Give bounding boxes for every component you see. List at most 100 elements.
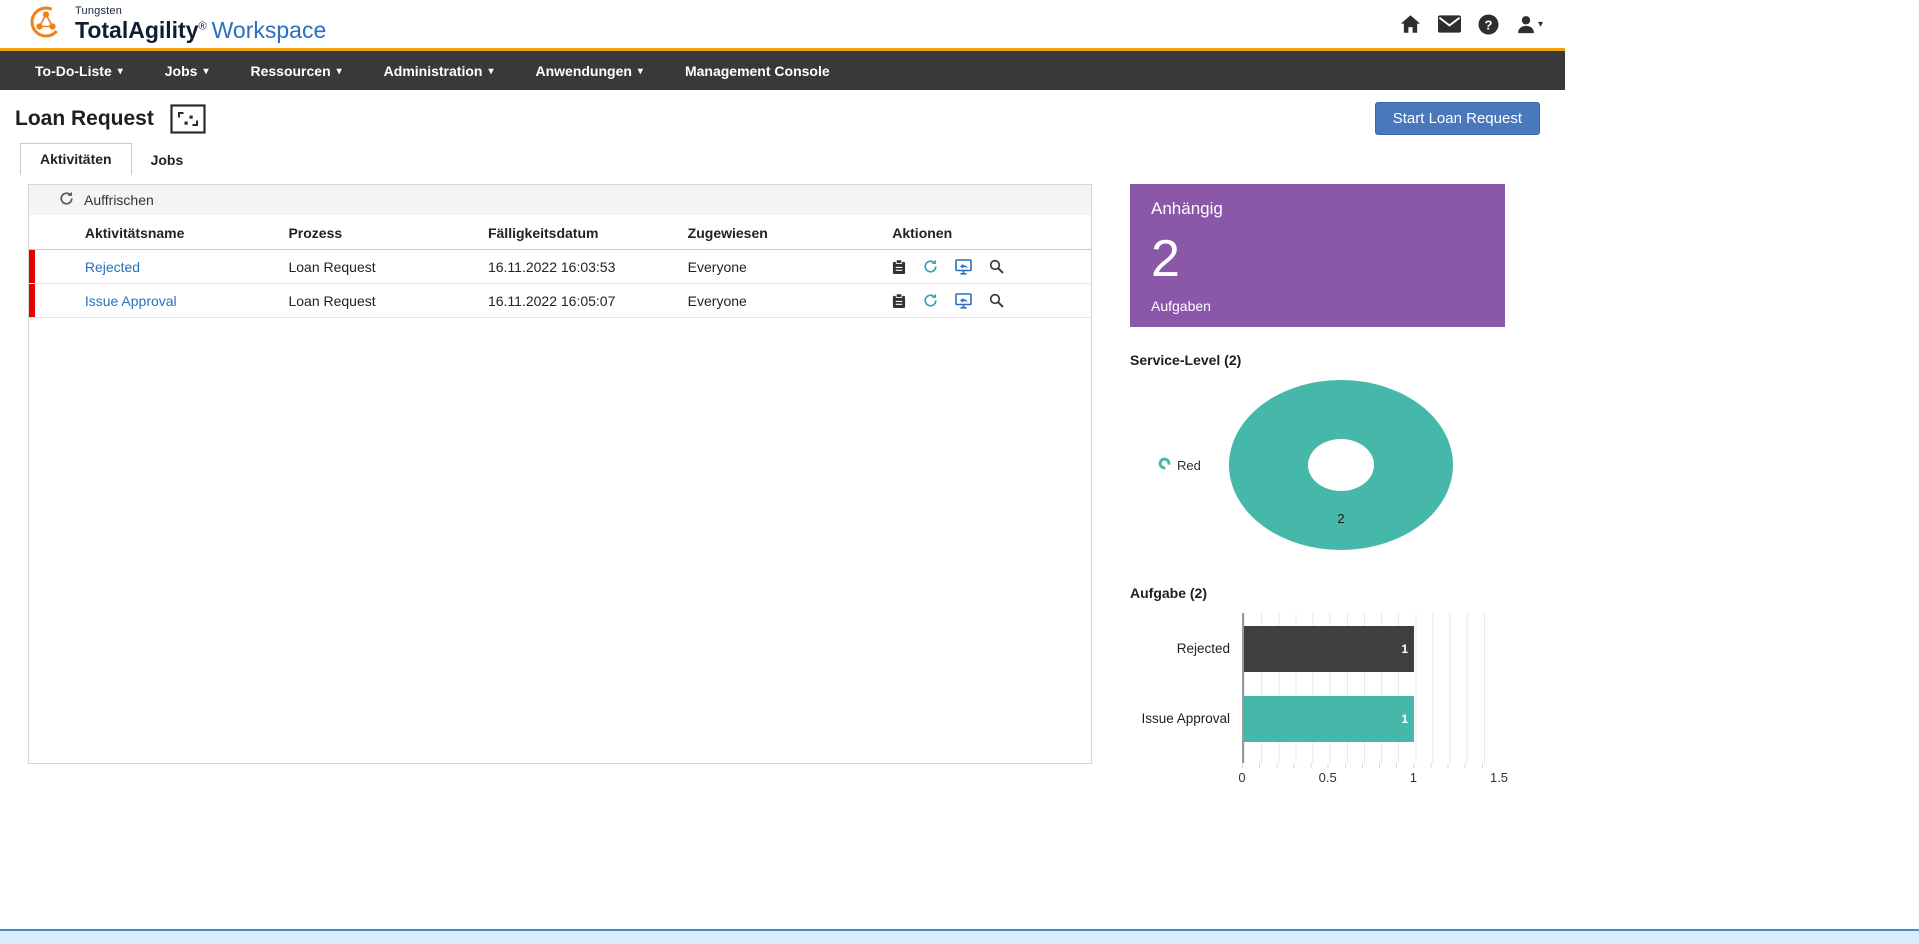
nav-item-management-console[interactable]: Management Console [685, 63, 830, 79]
hbar-tick: 0 [1238, 770, 1245, 785]
assigned-cell: Everyone [688, 250, 893, 284]
brand-logo[interactable]: Tungsten TotalAgility®Workspace [26, 2, 326, 47]
nav-item-label: Ressourcen [250, 63, 330, 79]
legend-label: Red [1177, 458, 1201, 473]
brand-text: Tungsten TotalAgility®Workspace [75, 6, 326, 42]
view-details-icon[interactable] [989, 259, 1004, 274]
refresh-label: Auffrischen [84, 192, 154, 208]
chevron-down-icon: ▾ [1538, 19, 1543, 30]
refresh-icon [59, 191, 74, 209]
table-row: Issue Approval Loan Request 16.11.2022 1… [29, 284, 1091, 318]
nav-item-anwendungen[interactable]: Anwendungen ▾ [535, 63, 642, 79]
chevron-down-icon: ▾ [203, 67, 208, 77]
tab-jobs[interactable]: Jobs [132, 145, 203, 175]
page-title: Loan Request [15, 107, 154, 131]
refresh-button[interactable]: Auffrischen [29, 185, 1091, 215]
activity-link[interactable]: Issue Approval [85, 293, 177, 309]
chevron-down-icon: ▾ [337, 67, 342, 77]
mail-icon[interactable] [1438, 15, 1461, 33]
column-header-indicator [29, 217, 85, 250]
open-form-icon[interactable] [955, 293, 972, 309]
aufgabe-chart: Aufgabe (2) Rejected Issue Approval 1 1 [1130, 585, 1505, 790]
svg-text:?: ? [1484, 17, 1492, 32]
app-window: Tungsten TotalAgility®Workspace ? ▾ [0, 0, 1565, 790]
pending-card-title: Anhängig [1151, 199, 1484, 219]
column-header-zugewiesen: Zugewiesen [688, 217, 893, 250]
page-title-row: Loan Request Start Loan Request [0, 90, 1565, 143]
priority-indicator [29, 284, 35, 317]
hbar-fill[interactable]: 1 [1244, 626, 1414, 672]
activity-link[interactable]: Rejected [85, 259, 140, 275]
column-header-aktionen: Aktionen [892, 217, 1091, 250]
nav-item-label: Management Console [685, 63, 830, 79]
pending-tasks-card[interactable]: Anhängig 2 Aufgaben [1130, 184, 1505, 327]
tab-aktivitaeten[interactable]: Aktivitäten [20, 143, 132, 175]
bar-category-label: Issue Approval [1130, 683, 1242, 753]
nav-item-jobs[interactable]: Jobs ▾ [165, 63, 209, 79]
content-area: Auffrischen Aktivitätsname Prozess Fälli… [0, 175, 1565, 790]
bar-value-label: 1 [1401, 642, 1408, 656]
activities-panel: Auffrischen Aktivitätsname Prozess Fälli… [28, 184, 1092, 764]
service-level-chart-title: Service-Level (2) [1130, 352, 1505, 368]
start-loan-request-button[interactable]: Start Loan Request [1375, 102, 1540, 135]
donut-value-label: 2 [1337, 511, 1344, 526]
hbar-fill[interactable]: 1 [1244, 696, 1414, 742]
due-date-cell: 16.11.2022 16:03:53 [488, 250, 688, 284]
process-cell: Loan Request [288, 284, 488, 318]
view-details-icon[interactable] [989, 293, 1004, 308]
aufgabe-chart-title: Aufgabe (2) [1130, 585, 1505, 601]
bar-plot-area: 1 1 [1242, 613, 1499, 763]
chevron-down-icon: ▾ [118, 67, 123, 77]
main-nav: To-Do-Liste ▾ Jobs ▾ Ressourcen ▾ Admini… [0, 51, 1565, 90]
column-header-aktivitaetsname: Aktivitätsname [85, 217, 289, 250]
expand-icon[interactable] [170, 104, 206, 134]
bar-value-label: 1 [1401, 712, 1408, 726]
hbar-tick: 1.5 [1490, 770, 1508, 785]
service-level-legend[interactable]: Red [1158, 457, 1201, 473]
open-form-icon[interactable] [955, 259, 972, 275]
header-icons: ? ▾ [1400, 14, 1545, 35]
take-activity-icon[interactable] [892, 259, 906, 275]
totalagility-logo-icon [26, 2, 66, 47]
pending-card-count: 2 [1151, 233, 1484, 285]
hbar-tick: 0.5 [1319, 770, 1337, 785]
table-row: Rejected Loan Request 16.11.2022 16:03:5… [29, 250, 1091, 284]
reassign-refresh-icon[interactable] [923, 259, 938, 274]
dashboard-sidebar: Anhängig 2 Aufgaben Service-Level (2) Re… [1130, 184, 1505, 790]
user-menu-icon[interactable]: ▾ [1516, 14, 1543, 34]
nav-item-label: Administration [384, 63, 483, 79]
service-level-chart: Red 2 [1130, 370, 1505, 560]
brand-company: Tungsten [75, 6, 326, 17]
chevron-down-icon: ▾ [488, 67, 493, 77]
pending-card-subtitle: Aufgaben [1151, 298, 1484, 314]
hbar-tick: 1 [1410, 770, 1417, 785]
footer-bar [0, 929, 1919, 944]
nav-item-administration[interactable]: Administration ▾ [384, 63, 494, 79]
tab-bar: Aktivitäten Jobs [0, 143, 1565, 175]
take-activity-icon[interactable] [892, 293, 906, 309]
brand-registered-mark: ® [199, 20, 207, 32]
process-cell: Loan Request [288, 250, 488, 284]
service-level-donut[interactable]: 2 [1229, 380, 1453, 550]
brand-suffix: Workspace [212, 17, 327, 43]
nav-item-todo-liste[interactable]: To-Do-Liste ▾ [35, 63, 123, 79]
donut-hole [1308, 439, 1374, 491]
chevron-down-icon: ▾ [638, 67, 643, 77]
nav-item-label: To-Do-Liste [35, 63, 112, 79]
row-actions [892, 259, 1087, 275]
row-actions [892, 293, 1087, 309]
home-icon[interactable] [1400, 14, 1421, 34]
top-header: Tungsten TotalAgility®Workspace ? ▾ [0, 0, 1565, 48]
activities-table: Aktivitätsname Prozess Fälligkeitsdatum … [29, 217, 1091, 318]
help-icon[interactable]: ? [1478, 14, 1499, 35]
bar-category-label: Rejected [1130, 613, 1242, 683]
x-axis-tickmarks [1242, 763, 1499, 768]
nav-item-label: Anwendungen [535, 63, 631, 79]
column-header-prozess: Prozess [288, 217, 488, 250]
x-axis-ticks: 0 0.5 1 1.5 [1242, 770, 1499, 790]
assigned-cell: Everyone [688, 284, 893, 318]
legend-marker-icon [1158, 457, 1171, 473]
nav-item-ressourcen[interactable]: Ressourcen ▾ [250, 63, 341, 79]
reassign-refresh-icon[interactable] [923, 293, 938, 308]
column-header-faelligkeitsdatum: Fälligkeitsdatum [488, 217, 688, 250]
